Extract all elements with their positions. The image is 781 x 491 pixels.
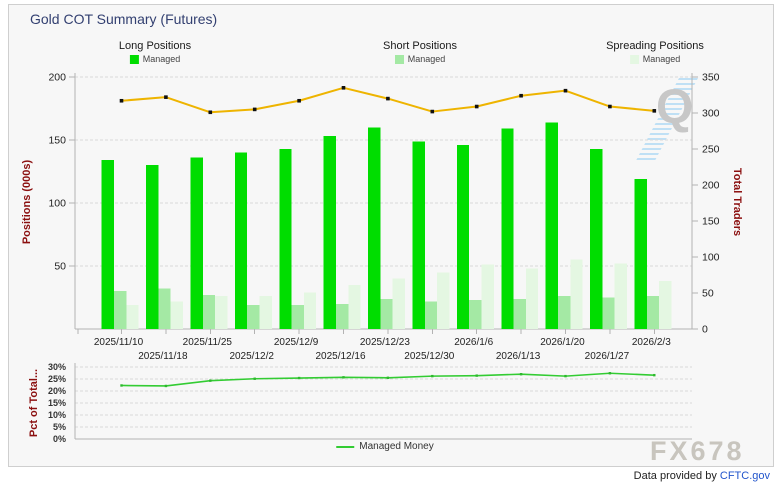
- long-managed-swatch-icon: [130, 55, 139, 64]
- q-letter: Q: [656, 84, 693, 132]
- pct-axis-title: Pct of Total...: [28, 369, 40, 437]
- legend-spreading-header: Spreading Positions: [606, 40, 704, 52]
- legend-spreading-item: Managed: [643, 54, 681, 64]
- q-logo-watermark: Q: [622, 78, 717, 162]
- legend-short-positions: Short Positions Managed: [383, 40, 457, 64]
- footer-prefix: Data provided by: [634, 470, 720, 482]
- fx678-watermark: FX678: [650, 436, 745, 467]
- bottom-legend-label: Managed Money: [359, 441, 434, 452]
- legend-short-item: Managed: [408, 54, 446, 64]
- bottom-legend-managed-money: Managed Money: [336, 441, 434, 452]
- right-axis-title: Total Traders: [731, 168, 743, 236]
- chart-title: Gold COT Summary (Futures): [30, 11, 217, 27]
- legend-spreading-positions: Spreading Positions Managed: [606, 40, 704, 64]
- legend-short-header: Short Positions: [383, 40, 457, 52]
- cot-summary-widget: Gold COT Summary (Futures) Long Position…: [0, 0, 781, 491]
- legend-long-item: Managed: [143, 54, 181, 64]
- data-source-note: Data provided by CFTC.gov: [634, 470, 770, 482]
- cftc-link[interactable]: CFTC.gov: [720, 470, 770, 482]
- left-axis-title: Positions (000s): [21, 160, 33, 244]
- managed-money-line-icon: [336, 446, 354, 448]
- chart-panel: [8, 4, 774, 467]
- spreading-managed-swatch-icon: [630, 55, 639, 64]
- short-managed-swatch-icon: [395, 55, 404, 64]
- legend-long-header: Long Positions: [119, 40, 191, 52]
- legend-long-positions: Long Positions Managed: [119, 40, 191, 64]
